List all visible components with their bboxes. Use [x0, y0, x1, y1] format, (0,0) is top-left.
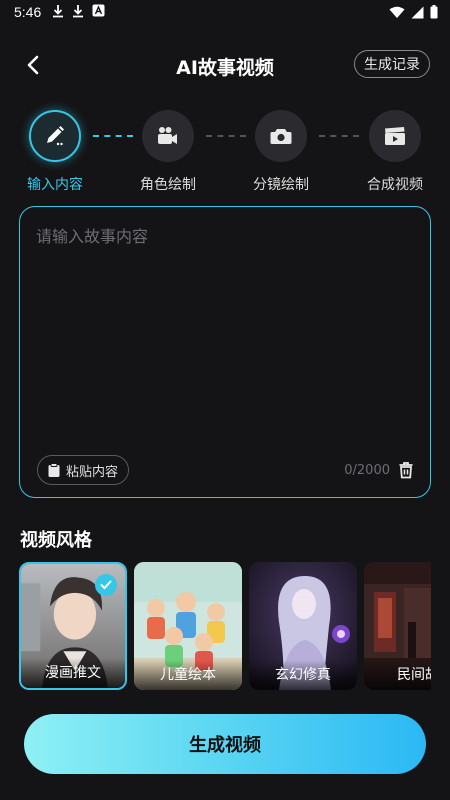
history-button[interactable]: 生成记录 — [354, 50, 430, 78]
status-bar: 5:46 — [0, 0, 450, 26]
section-title: 视频风格 — [20, 530, 92, 551]
style-card-label: 民间故 — [364, 660, 431, 690]
selected-check-badge — [95, 574, 117, 596]
generate-video-button[interactable]: 生成视频 — [24, 714, 426, 774]
story-input[interactable] — [36, 223, 416, 443]
step-label: 输入内容 — [27, 177, 83, 193]
status-time: 5:46 — [14, 4, 42, 20]
download-icon — [53, 5, 63, 18]
app-notification-icon — [92, 4, 105, 17]
check-icon — [100, 580, 112, 590]
battery-icon — [430, 5, 438, 19]
clipboard-icon — [48, 463, 60, 477]
clear-button[interactable] — [398, 461, 416, 479]
pencil-icon — [47, 126, 64, 146]
char-counter: 0/2000 — [344, 463, 390, 478]
header: AI故事视频 生成记录 — [0, 44, 450, 88]
step-label: 合成视频 — [367, 177, 423, 193]
step-label: 分镜绘制 — [253, 177, 309, 193]
wifi-icon — [389, 6, 405, 18]
style-card-folk-tales[interactable]: 民间故 — [364, 562, 431, 690]
style-card-label: 玄幻修真 — [249, 660, 357, 690]
style-card-kids-picture-book[interactable]: 儿童绘本 — [134, 562, 242, 690]
style-card-comic[interactable]: 漫画推文 — [19, 562, 127, 690]
camcorder-icon — [158, 127, 177, 144]
signal-icon — [411, 6, 424, 18]
paste-label: 粘贴内容 — [66, 464, 119, 480]
camera-icon — [270, 129, 292, 144]
style-card-label: 漫画推文 — [21, 658, 125, 688]
download-icon — [73, 5, 83, 18]
step-progress: 输入内容 角色绘制 分镜绘制 合成视频 — [0, 110, 450, 196]
step-storyboard-drawing[interactable]: 分镜绘制 — [231, 110, 331, 194]
style-list: 漫画推文 儿童绘本 玄幻修真 民间 — [19, 562, 431, 692]
step-input-content[interactable]: 输入内容 — [5, 110, 105, 194]
step-compose-video[interactable]: 合成视频 — [345, 110, 445, 194]
style-card-label: 儿童绘本 — [134, 660, 242, 690]
story-input-box: 粘贴内容 0/2000 — [19, 206, 431, 498]
style-card-fantasy[interactable]: 玄幻修真 — [249, 562, 357, 690]
paste-button[interactable]: 粘贴内容 — [37, 455, 130, 485]
clapperboard-icon — [385, 127, 405, 145]
step-character-drawing[interactable]: 角色绘制 — [118, 110, 218, 194]
trash-icon — [399, 462, 413, 479]
step-label: 角色绘制 — [140, 177, 196, 193]
